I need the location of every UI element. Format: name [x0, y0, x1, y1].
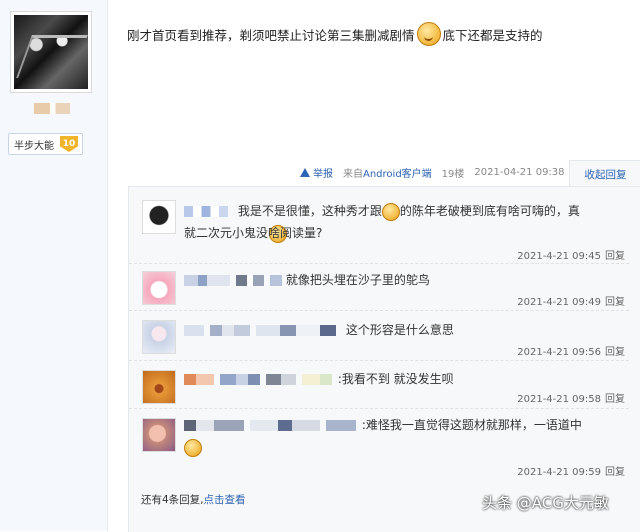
reply-item: 我是不是很懂，这种秀才跟 的陈年老破梗到底有啥可嗨的，真 就二次元小鬼没啥阅读量?…: [129, 187, 629, 264]
reply-timestamp: 2021-4-21 09:49: [517, 297, 601, 308]
rank-label: 半步大能: [14, 140, 54, 152]
reply-text: :难怪我一直觉得这题材就那样，一语道中: [361, 418, 582, 432]
reply-avatar[interactable]: [142, 418, 176, 452]
reply-time: 2021-4-21 09:45 回复: [517, 247, 625, 262]
collapse-replies-button[interactable]: 收起回复: [569, 160, 640, 187]
reply-text-line2: 就二次元小鬼没啥阅读量?: [184, 226, 323, 240]
post-meta-bar: 举报 来自Android客户端 19楼 2021-04-21 09:38: [300, 165, 565, 180]
post-content: 刚才首页看到推荐，剃须吧禁止讨论第三集删减剧情 底下还都是支持的: [127, 22, 543, 46]
blur: [256, 325, 336, 336]
emoji-icon: [381, 202, 400, 221]
reply-avatar[interactable]: [142, 320, 176, 354]
laugh-emoji-icon: [416, 22, 441, 46]
author-name-blurred[interactable]: [34, 103, 70, 114]
reply-username-blurred[interactable]: [184, 206, 228, 217]
reply-time: 2021-4-21 09:56 回复: [517, 343, 625, 358]
post-text-before: 刚才首页看到推荐，剃须吧禁止讨论第三集删减剧情: [127, 27, 415, 43]
reply-button[interactable]: 回复: [605, 467, 625, 478]
reply-timestamp: 2021-4-21 09:58: [517, 394, 601, 405]
reply-item: 这个形容是什么意思 2021-4-21 09:56 回复: [129, 310, 629, 361]
warning-icon: [300, 168, 310, 177]
reply-content: 我是不是很懂，这种秀才跟 的陈年老破梗到底有啥可嗨的，真 就二次元小鬼没啥阅读量?: [184, 200, 624, 244]
reply-button[interactable]: 回复: [605, 297, 625, 308]
blur: [326, 420, 356, 431]
reply-timestamp: 2021-4-21 09:45: [517, 251, 601, 262]
reply-content: :难怪我一直觉得这题材就那样，一语道中: [184, 414, 624, 458]
reply-content: 这个形容是什么意思: [184, 319, 454, 341]
more-replies: 还有4条回复,点击查看: [141, 492, 246, 507]
reply-item: 就像把头埋在沙子里的鸵鸟 2021-4-21 09:49 回复: [129, 263, 629, 311]
reply-avatar[interactable]: [142, 200, 176, 234]
reply-username-blurred[interactable]: [184, 374, 214, 385]
reply-button[interactable]: 回复: [605, 251, 625, 262]
reply-timestamp: 2021-4-21 09:56: [517, 347, 601, 358]
report-label: 举报: [313, 169, 333, 180]
client-prefix: 来自: [343, 169, 363, 180]
author-avatar[interactable]: [10, 11, 92, 93]
blur: [266, 374, 296, 385]
client-info: 来自Android客户端: [343, 165, 432, 180]
reply-content: 就像把头埋在沙子里的鸵鸟: [184, 269, 430, 291]
blur: [210, 325, 250, 336]
post-text-after: 底下还都是支持的: [442, 27, 543, 43]
reply-text: 我是不是很懂，这种秀才跟: [237, 204, 382, 218]
blur: [250, 420, 320, 431]
reply-list: 我是不是很懂，这种秀才跟 的陈年老破梗到底有啥可嗨的，真 就二次元小鬼没啥阅读量?…: [128, 186, 640, 532]
report-link[interactable]: 举报: [300, 165, 333, 180]
author-sidebar: 半步大能 10: [0, 0, 108, 531]
watermark: 头条 @ACG大元敏: [482, 494, 609, 512]
rank-level-badge: 10: [60, 136, 78, 152]
reply-content: :我看不到 就没发生呗: [184, 368, 454, 390]
client-link[interactable]: Android客户端: [363, 169, 432, 180]
reply-username-blurred[interactable]: [184, 420, 244, 431]
reply-text-cont: 的陈年老破梗到底有啥可嗨的，真: [399, 204, 580, 218]
blur: [302, 374, 332, 385]
reply-item: :难怪我一直觉得这题材就那样，一语道中 2021-4-21 09:59 回复: [129, 408, 629, 484]
reply-time: 2021-4-21 09:58 回复: [517, 390, 625, 405]
reply-text: 就像把头埋在沙子里的鸵鸟: [285, 273, 430, 287]
reply-text: :我看不到 就没发生呗: [337, 372, 454, 386]
reply-text: 这个形容是什么意思: [345, 323, 454, 337]
reply-username-blurred[interactable]: [184, 325, 204, 336]
reply-avatar[interactable]: [142, 370, 176, 404]
post-timestamp: 2021-04-21 09:38: [474, 167, 565, 178]
view-more-link[interactable]: 点击查看: [204, 494, 246, 506]
emoji-icon: [184, 438, 202, 457]
reply-time: 2021-4-21 09:49 回复: [517, 293, 625, 308]
reply-avatar[interactable]: [142, 271, 176, 305]
blur: [236, 275, 264, 286]
reply-button[interactable]: 回复: [605, 347, 625, 358]
reply-username-blurred[interactable]: [184, 275, 230, 286]
blur: [220, 374, 260, 385]
reply-button[interactable]: 回复: [605, 394, 625, 405]
reply-item: :我看不到 就没发生呗 2021-4-21 09:58 回复: [129, 360, 629, 409]
more-replies-count: 还有4条回复,: [141, 494, 204, 506]
avatar-image: [14, 15, 88, 89]
reply-timestamp: 2021-4-21 09:59: [517, 467, 601, 478]
blur: [270, 275, 282, 286]
floor-number: 19楼: [441, 169, 465, 180]
rank-badge[interactable]: 半步大能 10: [8, 133, 83, 155]
reply-time: 2021-4-21 09:59 回复: [517, 463, 625, 478]
